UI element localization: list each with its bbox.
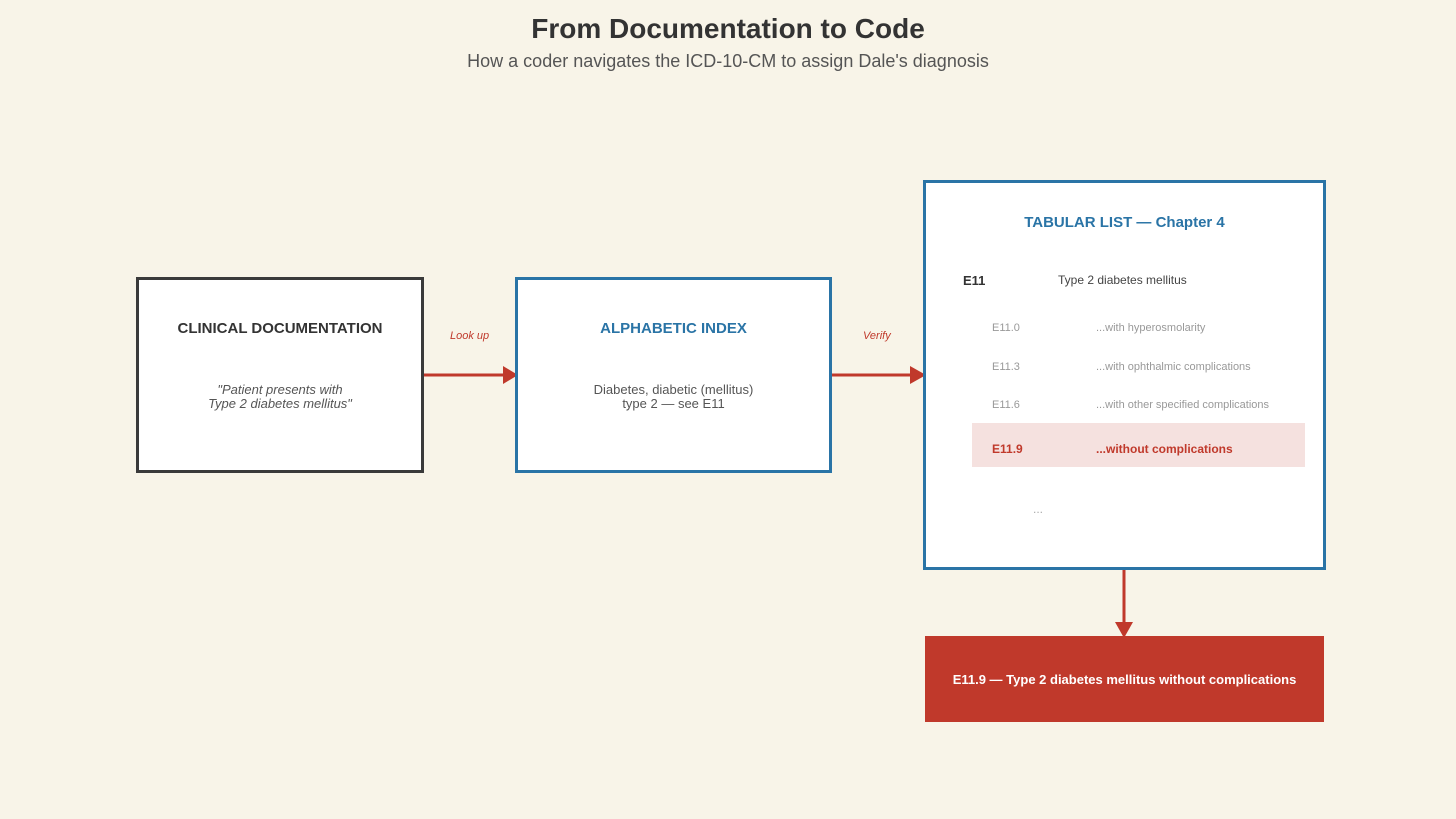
clinical-documentation-quote: "Patient presents with Type 2 diabetes m…	[139, 383, 421, 411]
tabular-list-heading: TABULAR LIST — Chapter 4	[1024, 214, 1225, 231]
clinical-documentation-box: CLINICAL DOCUMENTATION "Patient presents…	[136, 277, 424, 473]
alphabetic-index-box: ALPHABETIC INDEX Diabetes, diabetic (mel…	[515, 277, 832, 473]
parent-code: E11	[963, 273, 986, 288]
more-codes-ellipsis: ...	[1033, 502, 1044, 516]
child-description: ...with ophthalmic complications	[1096, 361, 1251, 373]
alphabetic-index-entry: Diabetes, diabetic (mellitus) type 2 — s…	[518, 383, 829, 411]
final-code-result: E11.9 — Type 2 diabetes mellitus without…	[925, 636, 1324, 722]
tabular-list-box: TABULAR LIST — Chapter 4 E11 Type 2 diab…	[923, 180, 1326, 570]
selected-code: E11.9	[992, 442, 1023, 456]
clinical-quote-line-1: "Patient presents with	[217, 382, 343, 397]
child-description: ...with hyperosmolarity	[1096, 322, 1206, 334]
arrow-label-verify: Verify	[863, 330, 891, 342]
child-code: E11.3	[992, 361, 1020, 373]
index-entry-line-1: Diabetes, diabetic (mellitus)	[593, 382, 754, 397]
selected-description: ...without complications	[1096, 442, 1233, 456]
clinical-documentation-heading: CLINICAL DOCUMENTATION	[177, 320, 383, 337]
alphabetic-index-heading: ALPHABETIC INDEX	[600, 320, 747, 337]
child-description: ...with other specified complications	[1096, 399, 1270, 411]
diagram-page: From Documentation to Code How a coder n…	[0, 0, 1456, 819]
clinical-quote-line-2: Type 2 diabetes mellitus"	[208, 396, 352, 411]
parent-description: Type 2 diabetes mellitus	[1058, 273, 1187, 287]
arrow-label-lookup: Look up	[450, 330, 490, 342]
child-code: E11.0	[992, 322, 1020, 334]
child-code: E11.6	[992, 399, 1020, 411]
index-entry-line-2: type 2 — see E11	[622, 396, 725, 411]
